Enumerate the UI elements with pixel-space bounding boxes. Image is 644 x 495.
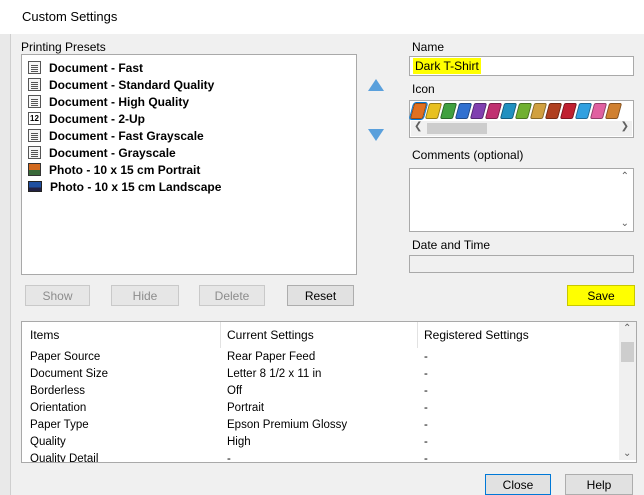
document-icon xyxy=(28,146,41,159)
printing-presets-label: Printing Presets xyxy=(21,40,106,54)
icon-label: Icon xyxy=(412,82,435,96)
icon-swatches[interactable] xyxy=(408,102,623,120)
table-cell: Borderless xyxy=(30,385,85,397)
icon-scrollbar[interactable]: ❮ ❯ xyxy=(411,121,632,136)
document-icon xyxy=(28,129,41,142)
table-cell: - xyxy=(227,453,231,463)
show-button[interactable]: Show xyxy=(25,285,90,306)
preset-item[interactable]: 12 Document - 2-Up xyxy=(28,110,145,127)
scroll-right-icon[interactable]: ❯ xyxy=(621,121,629,132)
table-cell: - xyxy=(424,436,428,448)
move-up-button[interactable] xyxy=(364,70,388,100)
table-cell: Orientation xyxy=(30,402,87,414)
save-button[interactable]: Save xyxy=(567,285,635,306)
preset-item[interactable]: Document - Grayscale xyxy=(28,144,176,161)
photo-landscape-icon xyxy=(28,181,42,192)
table-cell: Rear Paper Feed xyxy=(227,351,316,363)
document-icon xyxy=(28,95,41,108)
settings-table: Items Current Settings Registered Settin… xyxy=(21,321,637,463)
date-time-field xyxy=(409,255,634,273)
table-cell: High xyxy=(227,436,251,448)
icon-option[interactable] xyxy=(604,103,623,119)
help-button[interactable]: Help xyxy=(565,474,633,495)
reset-button[interactable]: Reset xyxy=(287,285,354,306)
delete-button[interactable]: Delete xyxy=(199,285,265,306)
table-cell: - xyxy=(424,453,428,463)
column-header: Current Settings xyxy=(227,328,314,342)
close-button[interactable]: Close xyxy=(485,474,551,495)
preset-item[interactable]: Document - Standard Quality xyxy=(28,76,214,93)
preset-item[interactable]: Photo - 10 x 15 cm Landscape xyxy=(28,178,221,195)
preset-item[interactable]: Document - High Quality xyxy=(28,93,189,110)
move-down-button[interactable] xyxy=(364,120,388,150)
arrow-down-icon xyxy=(368,129,384,141)
name-label: Name xyxy=(412,40,445,54)
scroll-down-icon[interactable]: ⌄ xyxy=(621,218,629,229)
scroll-down-icon[interactable]: ⌄ xyxy=(623,448,631,459)
table-cell: Paper Type xyxy=(30,419,89,431)
table-cell: Paper Source xyxy=(30,351,101,363)
photo-portrait-icon xyxy=(28,163,41,176)
window-title: Custom Settings xyxy=(22,9,118,24)
table-cell: - xyxy=(424,402,428,414)
table-cell: Epson Premium Glossy xyxy=(227,419,348,431)
arrow-up-icon xyxy=(368,79,384,91)
column-header: Registered Settings xyxy=(424,328,529,342)
presets-list[interactable]: Document - Fast Document - Standard Qual… xyxy=(21,54,357,275)
table-cell: Letter 8 1/2 x 11 in xyxy=(227,368,322,380)
scroll-left-icon[interactable]: ❮ xyxy=(414,121,422,132)
two-up-icon: 12 xyxy=(28,112,41,125)
hide-button[interactable]: Hide xyxy=(111,285,179,306)
scroll-up-icon[interactable]: ⌃ xyxy=(621,171,629,182)
table-cell: Off xyxy=(227,385,243,397)
table-cell: - xyxy=(424,368,428,380)
scroll-thumb[interactable] xyxy=(427,123,487,134)
table-cell: - xyxy=(424,419,428,431)
column-header: Items xyxy=(30,328,60,342)
table-cell: Quality xyxy=(30,436,66,448)
scroll-up-icon[interactable]: ⌃ xyxy=(623,323,631,334)
preset-item[interactable]: Document - Fast Grayscale xyxy=(28,127,204,144)
table-cell: Portrait xyxy=(227,402,265,414)
icon-picker[interactable]: ❮ ❯ xyxy=(408,100,634,138)
table-cell: Quality Detail xyxy=(30,453,99,463)
preset-item[interactable]: Photo - 10 x 15 cm Portrait xyxy=(28,161,200,178)
comments-label: Comments (optional) xyxy=(412,148,524,162)
document-icon xyxy=(28,78,41,91)
table-cell: Document Size xyxy=(30,368,108,380)
name-input[interactable]: Dark T-Shirt xyxy=(409,56,634,76)
table-cell: - xyxy=(424,385,428,397)
document-icon xyxy=(28,61,41,74)
comments-field[interactable]: ⌃ ⌄ xyxy=(409,168,634,232)
date-time-label: Date and Time xyxy=(412,238,491,252)
scroll-thumb[interactable] xyxy=(621,342,634,362)
table-scrollbar[interactable]: ⌃ ⌄ xyxy=(619,322,636,460)
name-value: Dark T-Shirt xyxy=(413,58,481,74)
table-cell: - xyxy=(424,351,428,363)
preset-item[interactable]: Document - Fast xyxy=(28,59,143,76)
